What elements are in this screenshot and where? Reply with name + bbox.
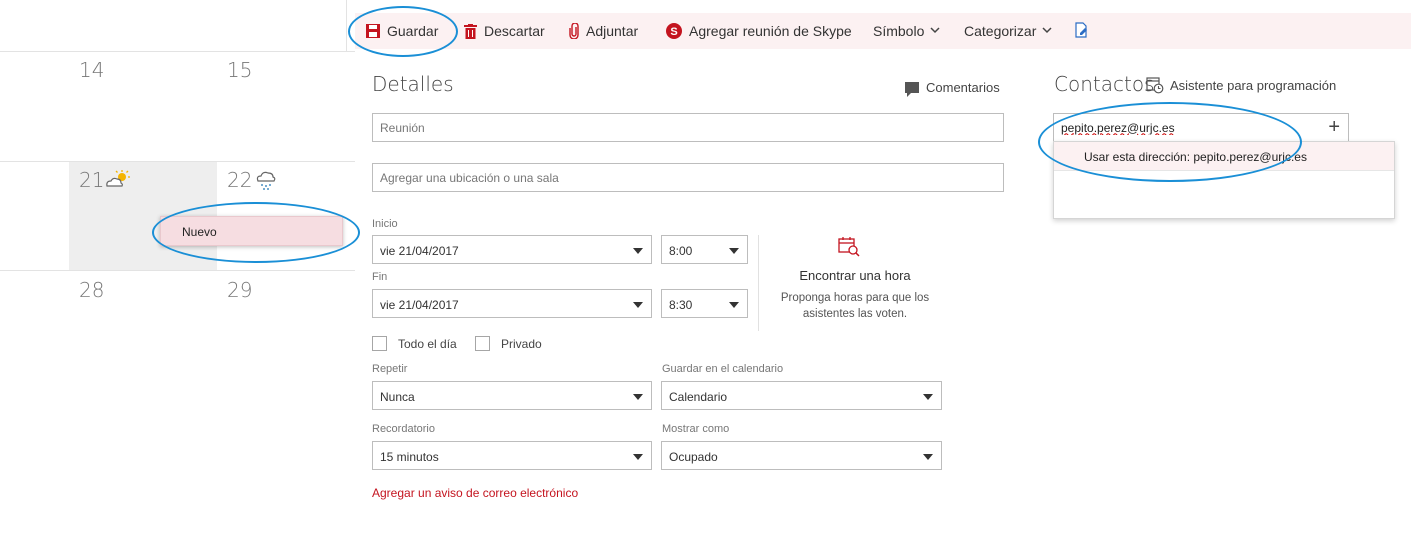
rain-cloud-icon [255, 169, 277, 196]
repeat-label: Repetir [372, 363, 408, 375]
calendar-divider [0, 51, 355, 52]
save-label: Guardar [387, 23, 439, 39]
end-date-select[interactable]: vie 21/04/2017 [372, 289, 652, 318]
all-day-checkbox[interactable] [372, 336, 387, 351]
find-time-divider [758, 235, 759, 331]
calendar-clock-icon [1146, 76, 1164, 94]
end-date-value: vie 21/04/2017 [380, 298, 459, 312]
symbol-label: Símbolo [873, 23, 925, 39]
suggestion-text: Usar esta dirección: pepito.perez@urjc.e… [1084, 150, 1307, 164]
comments-label: Comentarios [926, 80, 1000, 95]
reminder-value: 15 minutos [380, 450, 439, 464]
save-icon [366, 24, 380, 38]
attendee-input[interactable] [1054, 114, 1314, 141]
day-number[interactable]: 22 [227, 168, 252, 192]
discard-label: Descartar [484, 23, 545, 39]
day-number[interactable]: 29 [227, 278, 252, 302]
reminder-select[interactable]: 15 minutos [372, 441, 652, 470]
dropdown-arrow-icon [633, 302, 643, 308]
dropdown-arrow-icon [729, 302, 739, 308]
categorize-dropdown[interactable]: Categorizar [964, 13, 1052, 49]
attach-label: Adjuntar [586, 23, 639, 39]
chevron-down-icon [1042, 26, 1052, 37]
dropdown-arrow-icon [923, 394, 933, 400]
start-date-value: vie 21/04/2017 [380, 244, 459, 258]
contacts-heading: Contactos [1054, 72, 1155, 96]
add-attendee-plus-icon[interactable]: + [1328, 116, 1340, 139]
day-number[interactable]: 14 [79, 58, 104, 82]
svg-text:S: S [670, 26, 677, 38]
calendar-search-icon[interactable] [838, 236, 860, 258]
dropdown-arrow-icon [923, 454, 933, 460]
day-number[interactable]: 15 [227, 58, 252, 82]
scheduling-assistant-button[interactable]: Asistente para programación [1146, 76, 1336, 94]
find-time-title[interactable]: Encontrar una hora [760, 268, 950, 283]
day-number[interactable]: 21 [79, 168, 104, 192]
comment-icon [905, 82, 919, 97]
end-time-select[interactable]: 8:30 [661, 289, 748, 318]
location-field[interactable] [372, 163, 1004, 192]
save-button[interactable]: Guardar [366, 13, 438, 49]
paperclip-icon [569, 23, 579, 39]
comments-button[interactable]: Comentarios [905, 80, 1000, 97]
scheduling-assistant-label: Asistente para programación [1170, 77, 1337, 93]
dropdown-arrow-icon [633, 394, 643, 400]
edit-document-button[interactable] [1075, 13, 1088, 49]
trash-icon [464, 23, 477, 39]
subject-field[interactable] [372, 113, 1004, 142]
find-time-subtitle: Proponga horas para que los asistentes l… [780, 292, 930, 320]
skype-icon: S [666, 23, 682, 39]
reminder-label: Recordatorio [372, 423, 435, 435]
symbol-dropdown[interactable]: Símbolo [873, 13, 940, 49]
skype-meeting-button[interactable]: S Agregar reunión de Skype [666, 13, 852, 49]
dropdown-arrow-icon [633, 248, 643, 254]
repeat-value: Nunca [380, 390, 415, 404]
dropdown-arrow-icon [633, 454, 643, 460]
show-as-select[interactable]: Ocupado [661, 441, 942, 470]
edit-document-icon [1075, 21, 1088, 41]
private-label: Privado [501, 337, 542, 351]
start-label: Inicio [372, 218, 398, 230]
categorize-label: Categorizar [964, 23, 1037, 39]
location-input[interactable] [373, 164, 1003, 191]
end-label: Fin [372, 271, 388, 283]
attendee-field[interactable]: + [1053, 113, 1349, 142]
save-calendar-value: Calendario [669, 390, 728, 404]
show-as-value: Ocupado [669, 450, 718, 464]
private-checkbox[interactable] [475, 336, 490, 351]
attendee-suggestions: Usar esta dirección: pepito.perez@urjc.e… [1053, 141, 1395, 219]
day-number[interactable]: 28 [79, 278, 104, 302]
start-time-value: 8:00 [669, 244, 693, 258]
calendar-week-line [0, 270, 355, 271]
new-event-menu-item[interactable]: Nuevo [160, 216, 343, 246]
chevron-down-icon [930, 26, 940, 37]
skype-meeting-label: Agregar reunión de Skype [689, 23, 852, 39]
partly-sunny-icon [104, 170, 130, 195]
save-calendar-select[interactable]: Calendario [661, 381, 942, 410]
start-time-select[interactable]: 8:00 [661, 235, 748, 264]
save-calendar-label: Guardar en el calendario [662, 363, 784, 375]
show-as-label: Mostrar como [662, 423, 730, 435]
use-address-suggestion[interactable]: Usar esta dirección: pepito.perez@urjc.e… [1054, 142, 1394, 171]
details-heading: Detalles [372, 72, 454, 96]
subject-input[interactable] [373, 114, 1003, 141]
calendar-divider-vertical [346, 0, 347, 52]
calendar-grid: 14 15 21 22 28 29 Nuevo [0, 0, 355, 543]
end-time-value: 8:30 [669, 298, 693, 312]
discard-button[interactable]: Descartar [464, 13, 545, 49]
event-toolbar: Guardar Descartar Adjuntar S Agregar reu… [355, 13, 1411, 49]
repeat-select[interactable]: Nunca [372, 381, 652, 410]
dropdown-arrow-icon [729, 248, 739, 254]
new-event-label: Nuevo [182, 225, 217, 239]
email-alert-link[interactable]: Agregar un aviso de correo electrónico [372, 486, 578, 500]
all-day-label: Todo el día [398, 337, 457, 351]
start-date-select[interactable]: vie 21/04/2017 [372, 235, 652, 264]
attach-button[interactable]: Adjuntar [569, 13, 638, 49]
